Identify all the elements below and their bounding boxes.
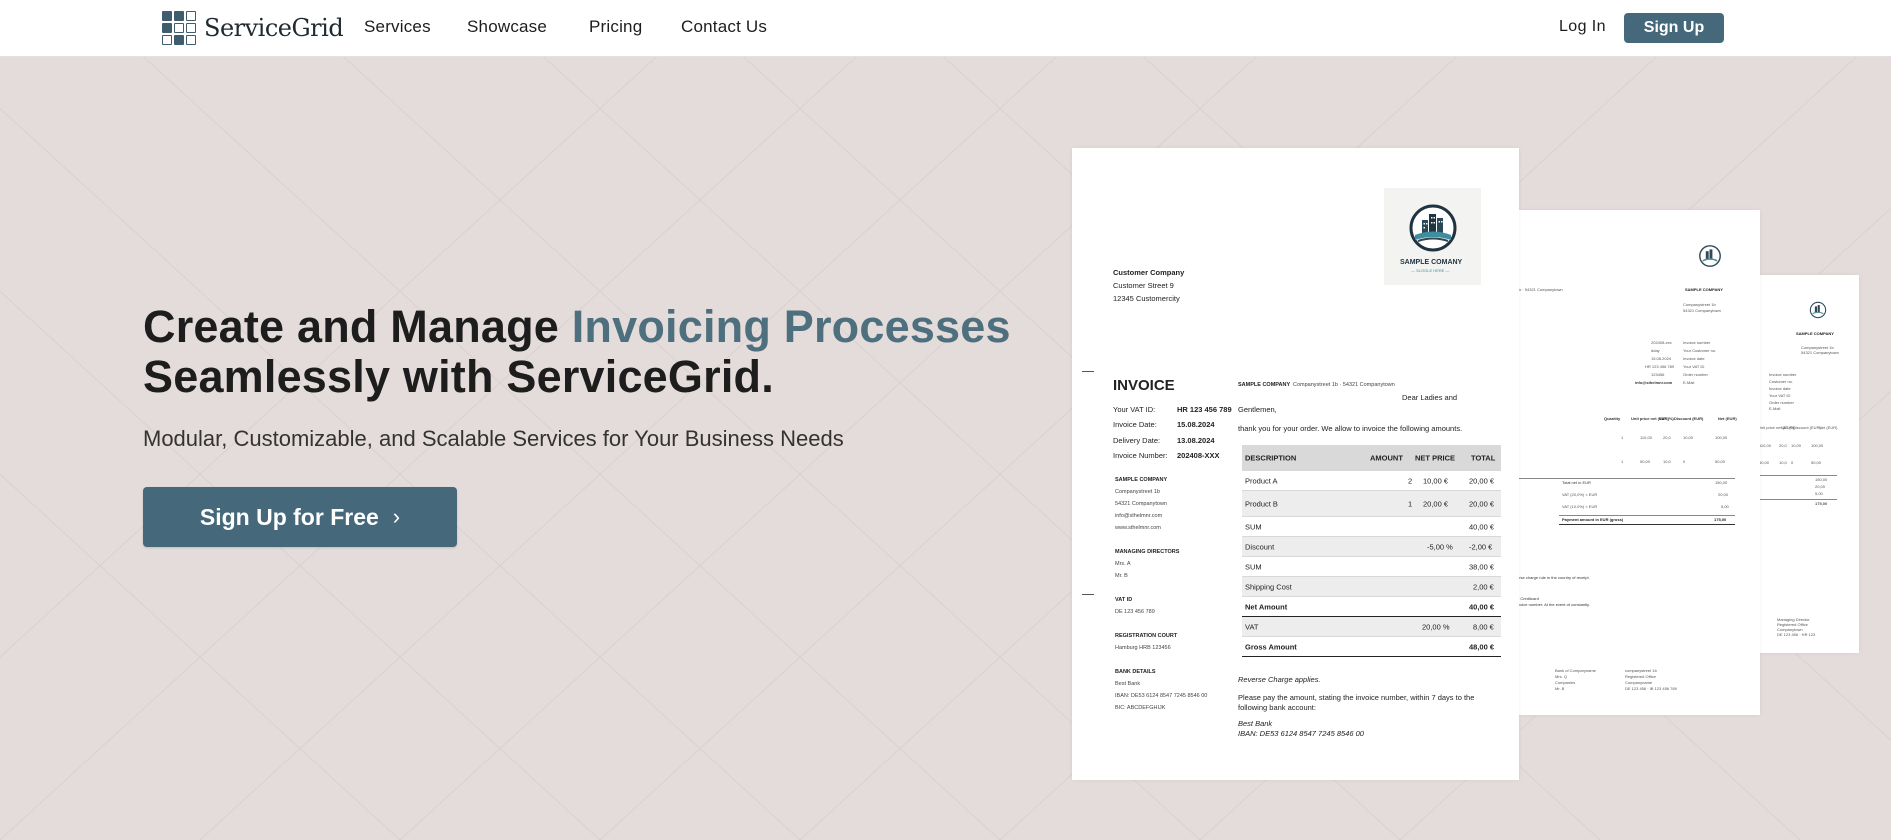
company-logo-icon [1699,245,1721,267]
table-row: SUM 38,00 € [1242,557,1501,577]
p3-company: SAMPLE COMPANY [1796,331,1834,336]
nav-services[interactable]: Services [364,17,431,37]
table-row: VAT 20,00 % 8,00 € [1242,617,1501,637]
logo-name: SAMPLE COMANY [1400,259,1463,266]
company-logo-icon [1809,301,1827,319]
table-header-row: DESCRIPTION AMOUNT NET PRICE TOTAL [1242,445,1501,471]
customer-name: Customer Company [1113,268,1185,277]
nav-showcase[interactable]: Showcase [467,17,547,37]
sample-company-logo: SAMPLE COMANY — SLOGLE HERE — [1384,188,1481,285]
buildings-logo-icon [1409,204,1457,252]
invoice-preview-page-3: SAMPLE COMPANY Companystreet 1b 54321 Co… [1755,275,1859,653]
invoice-preview-page-1: SAMPLE COMANY — SLOGLE HERE — Customer C… [1072,148,1519,780]
nav-pricing[interactable]: Pricing [589,17,642,37]
table-row: Product A 2 10,00 € 20,00 € [1242,471,1501,491]
invoice-preview-page-2: To · 54321 Companytown SAMPLE COMPANY Co… [1515,210,1760,715]
brand-name: ServiceGrid [204,14,344,42]
logo-tagline: — SLOGLE HERE — [1411,268,1450,273]
table-row: Net Amount 40,00 € [1242,597,1501,617]
signup-button[interactable]: Sign Up [1624,13,1724,43]
table-row: SUM 40,00 € [1242,517,1501,537]
signup-free-button[interactable]: Sign Up for Free › [143,487,457,547]
top-navbar: ServiceGrid Services Showcase Pricing Co… [0,0,1891,57]
grid-logo-icon [161,10,197,46]
table-row: Discount -5,00 % -2,00 € [1242,537,1501,557]
hero-title: Create and Manage Invoicing Processes Sea… [143,301,1011,402]
chevron-right-icon: › [392,504,401,529]
invoice-table: DESCRIPTION AMOUNT NET PRICE TOTAL Produ… [1242,445,1501,657]
login-link[interactable]: Log In [1559,18,1606,36]
invoice-title: INVOICE [1113,377,1175,394]
brand-logo[interactable]: ServiceGrid [161,10,344,46]
nav-contact-us[interactable]: Contact Us [681,17,767,37]
hero-title-accent: Invoicing Processes [571,301,1011,352]
cta-label: Sign Up for Free [199,503,379,530]
hero-subtitle: Modular, Customizable, and Scalable Serv… [143,426,844,451]
table-row: Shipping Cost 2,00 € [1242,577,1501,597]
table-row: Gross Amount 48,00 € [1242,637,1501,657]
table-row: Product B 1 20,00 € 20,00 € [1242,491,1501,517]
